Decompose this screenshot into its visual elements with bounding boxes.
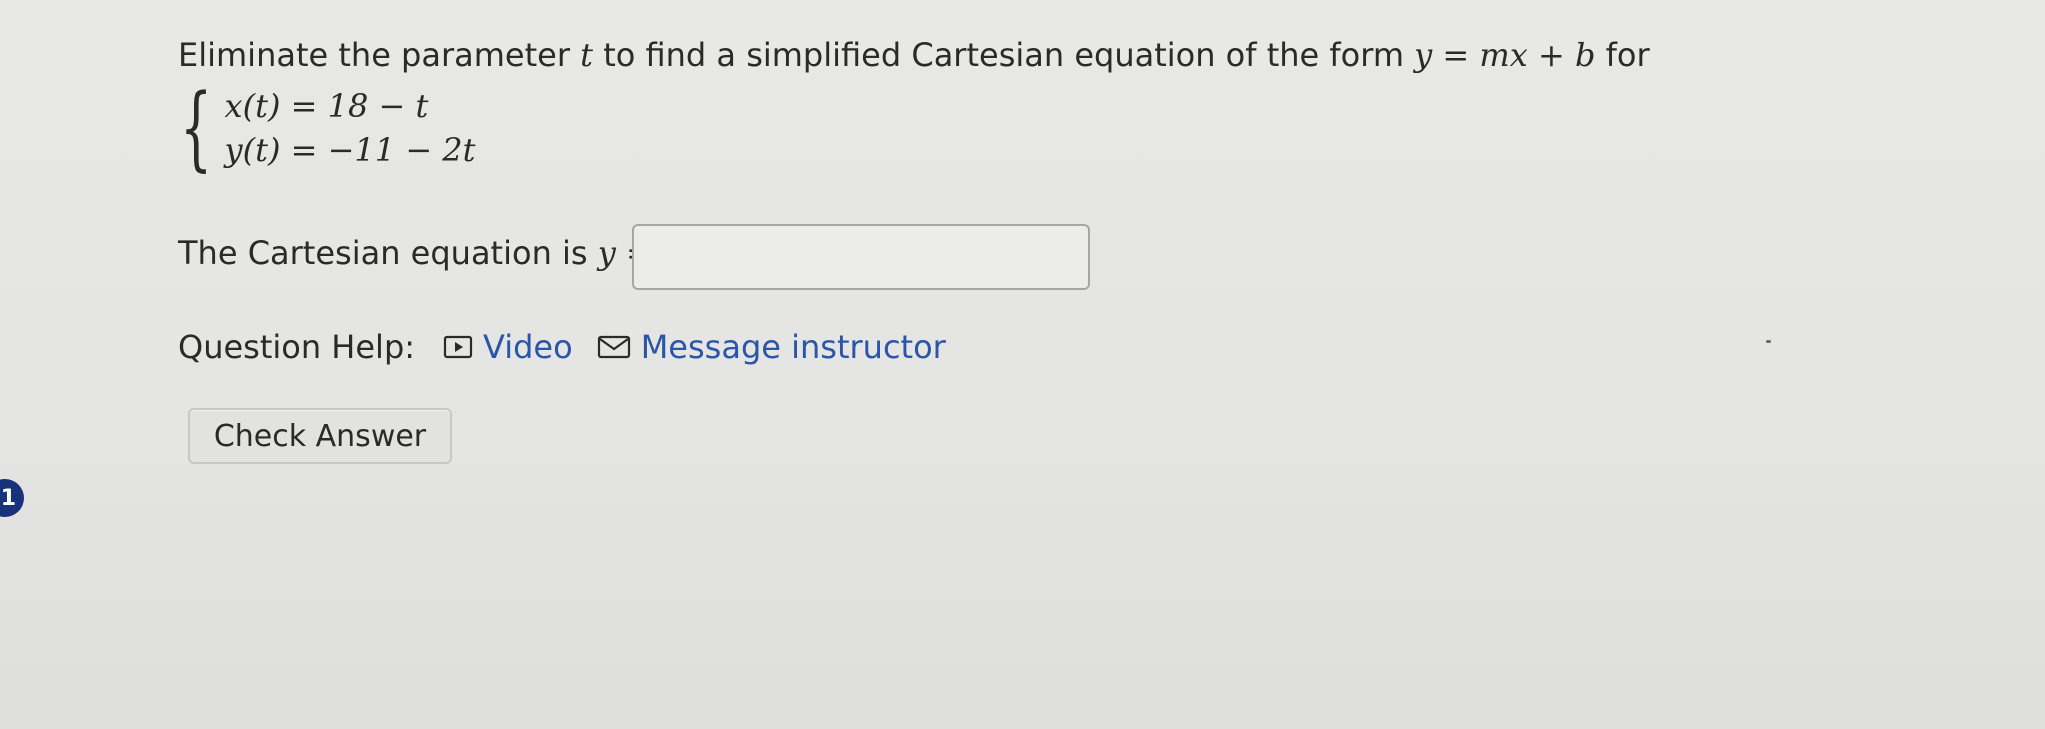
equation-y: y(t) = −11 − 2t	[224, 131, 476, 169]
message-instructor-label: Message instructor	[640, 328, 946, 366]
question-number-badge[interactable]: 1	[0, 479, 24, 517]
answer-label: The Cartesian equation is	[178, 234, 598, 272]
answer-input[interactable]	[632, 224, 1090, 290]
prompt-variable: t	[580, 36, 594, 74]
question-page: Eliminate the parameter t to find a simp…	[0, 0, 2045, 729]
system-brace: {	[180, 74, 213, 181]
answer-prompt: The Cartesian equation is y =	[178, 232, 653, 274]
prompt-text: Eliminate the parameter	[178, 36, 581, 74]
check-answer-button[interactable]: Check Answer	[188, 408, 452, 464]
prompt-mid-text: to find a simplified Cartesian equation …	[593, 36, 1415, 74]
video-link[interactable]: Video	[443, 326, 573, 368]
equation-x: x(t) = 18 − t	[224, 87, 429, 125]
prompt-end-text: for	[1595, 36, 1650, 74]
envelope-icon	[597, 335, 630, 359]
video-icon	[443, 335, 473, 359]
video-label: Video	[483, 328, 573, 366]
question-help: Question Help: Video Message instructor	[178, 326, 970, 368]
message-instructor-link[interactable]: Message instructor	[597, 326, 946, 368]
question-help-label: Question Help:	[178, 328, 416, 366]
answer-variable: y	[597, 234, 616, 272]
question-prompt: Eliminate the parameter t to find a simp…	[178, 34, 1650, 76]
parametric-system: { x(t) = 18 − t y(t) = −11 − 2t	[180, 78, 476, 178]
screen-speck	[1766, 340, 1771, 343]
equation-list: x(t) = 18 − t y(t) = −11 − 2t	[225, 84, 476, 172]
prompt-form: y = mx + b	[1414, 36, 1596, 74]
